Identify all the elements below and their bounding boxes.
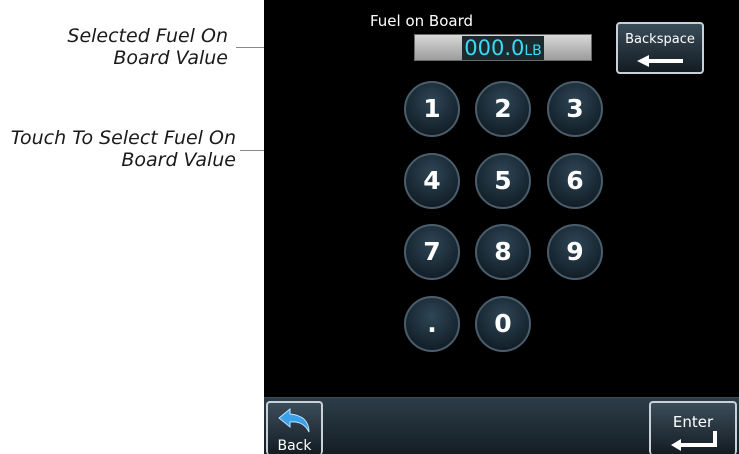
callout-line: Board Value bbox=[121, 149, 236, 171]
page-title: Fuel on Board bbox=[369, 12, 473, 30]
enter-return-icon bbox=[671, 431, 717, 451]
key-label: 6 bbox=[566, 166, 584, 195]
bottom-bar: Back Enter bbox=[264, 397, 739, 454]
back-button[interactable]: Back bbox=[266, 401, 323, 454]
key-label: 7 bbox=[423, 237, 441, 266]
back-label: Back bbox=[277, 438, 312, 454]
callout-touch-select: Touch To Select Fuel On Board Value bbox=[0, 127, 236, 171]
keypad-key-9[interactable]: 9 bbox=[547, 224, 603, 280]
key-label: 4 bbox=[423, 166, 441, 195]
backspace-label: Backspace bbox=[625, 32, 695, 47]
backspace-button[interactable]: Backspace bbox=[616, 22, 704, 74]
fuel-value-display: 000.0LB bbox=[462, 36, 544, 60]
keypad-key-4[interactable]: 4 bbox=[404, 153, 460, 209]
key-label: 1 bbox=[423, 94, 441, 123]
curved-back-arrow-icon bbox=[278, 407, 310, 433]
enter-label: Enter bbox=[672, 413, 714, 431]
keypad-key-6[interactable]: 6 bbox=[547, 153, 603, 209]
keypad-key-2[interactable]: 2 bbox=[475, 81, 531, 137]
keypad-key-5[interactable]: 5 bbox=[475, 153, 531, 209]
keypad-key-0[interactable]: 0 bbox=[475, 296, 531, 352]
key-label: 9 bbox=[566, 237, 584, 266]
callout-line: Touch To Select Fuel On bbox=[10, 127, 236, 149]
callout-line: Selected Fuel On bbox=[67, 25, 228, 47]
keypad-key-3[interactable]: 3 bbox=[547, 81, 603, 137]
key-label: . bbox=[427, 309, 437, 338]
key-label: 3 bbox=[566, 94, 584, 123]
key-label: 0 bbox=[494, 309, 512, 338]
keypad-key-7[interactable]: 7 bbox=[404, 224, 460, 280]
keypad-key-decimal[interactable]: . bbox=[404, 296, 460, 352]
key-label: 2 bbox=[494, 94, 512, 123]
enter-button[interactable]: Enter bbox=[649, 401, 737, 454]
key-label: 5 bbox=[494, 166, 512, 195]
callout-selected-value: Selected Fuel On Board Value bbox=[0, 25, 228, 69]
keypad-key-1[interactable]: 1 bbox=[404, 81, 460, 137]
callout-line: Board Value bbox=[113, 47, 228, 69]
key-label: 8 bbox=[494, 237, 512, 266]
fuel-value: 000.0 bbox=[464, 36, 525, 60]
keypad-key-8[interactable]: 8 bbox=[475, 224, 531, 280]
fuel-value-field: 000.0LB bbox=[414, 34, 592, 61]
fuel-unit: LB bbox=[524, 43, 542, 59]
arrow-left-icon bbox=[637, 55, 683, 67]
device-screen: Fuel on Board 000.0LB Backspace 1 2 3 4 … bbox=[264, 0, 739, 454]
